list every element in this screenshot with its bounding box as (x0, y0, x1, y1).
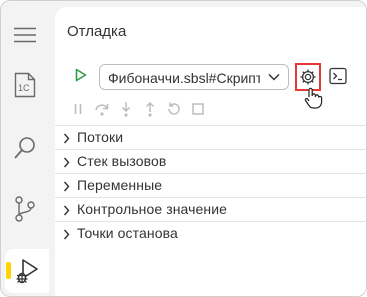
chevron-down-icon (268, 73, 280, 81)
step-over-icon (95, 104, 109, 116)
chevron-right-icon (63, 205, 70, 216)
restart-icon (168, 102, 180, 115)
source-control-icon (15, 196, 35, 222)
activity-source-control[interactable] (1, 187, 49, 231)
chevron-right-icon (63, 229, 70, 240)
section-threads[interactable]: Потоки (55, 125, 366, 149)
activity-run-debug[interactable] (5, 249, 49, 293)
menu-icon (14, 27, 36, 43)
section-watch[interactable]: Контрольное значение (55, 197, 366, 221)
chevron-right-icon (63, 133, 70, 144)
gear-icon (300, 69, 316, 85)
terminal-icon[interactable] (329, 67, 347, 85)
section-label: Точки останова (77, 225, 178, 241)
activity-bar: 1C (1, 1, 49, 296)
section-variables[interactable]: Переменные (55, 173, 366, 197)
pause-icon (74, 104, 82, 114)
stop-icon (192, 103, 204, 115)
step-out-button[interactable] (141, 100, 159, 118)
step-into-icon (121, 102, 131, 117)
step-over-button[interactable] (93, 100, 111, 118)
debug-window: 1C Отладка Фибоначчи.sbsl#Скрипт Потоки … (0, 0, 367, 297)
restart-button[interactable] (165, 100, 183, 118)
panel-title: Отладка (67, 23, 127, 40)
section-label: Стек вызовов (77, 153, 167, 169)
stop-button[interactable] (189, 100, 207, 118)
activity-search[interactable] (1, 126, 49, 170)
chevron-right-icon (63, 157, 70, 168)
search-icon (14, 137, 35, 159)
debug-panel: Отладка Фибоначчи.sbsl#Скрипт Потоки Сте… (55, 7, 366, 296)
run-debug-icon (16, 259, 38, 284)
configuration-value: Фибоначчи.sbsl#Скрипт (108, 70, 260, 86)
1c-file-icon: 1C (14, 72, 36, 98)
pause-button[interactable] (69, 100, 87, 118)
play-icon[interactable] (75, 68, 87, 82)
step-out-icon (145, 101, 155, 117)
chevron-right-icon (63, 181, 70, 192)
hand-cursor-icon (304, 87, 323, 109)
section-breakpoints[interactable]: Точки останова (55, 221, 366, 245)
section-label: Переменные (77, 177, 163, 193)
section-label: Контрольное значение (77, 201, 228, 217)
active-indicator (6, 262, 11, 279)
debug-sections: Потоки Стек вызовов Переменные Контрольн… (55, 125, 366, 245)
section-call-stack[interactable]: Стек вызовов (55, 149, 366, 173)
step-into-button[interactable] (117, 100, 135, 118)
configuration-select[interactable]: Фибоначчи.sbsl#Скрипт (99, 64, 289, 90)
activity-explorer[interactable]: 1C (1, 63, 49, 107)
svg-text:1C: 1C (18, 83, 30, 93)
menu-button[interactable] (1, 13, 49, 57)
section-label: Потоки (77, 129, 124, 145)
